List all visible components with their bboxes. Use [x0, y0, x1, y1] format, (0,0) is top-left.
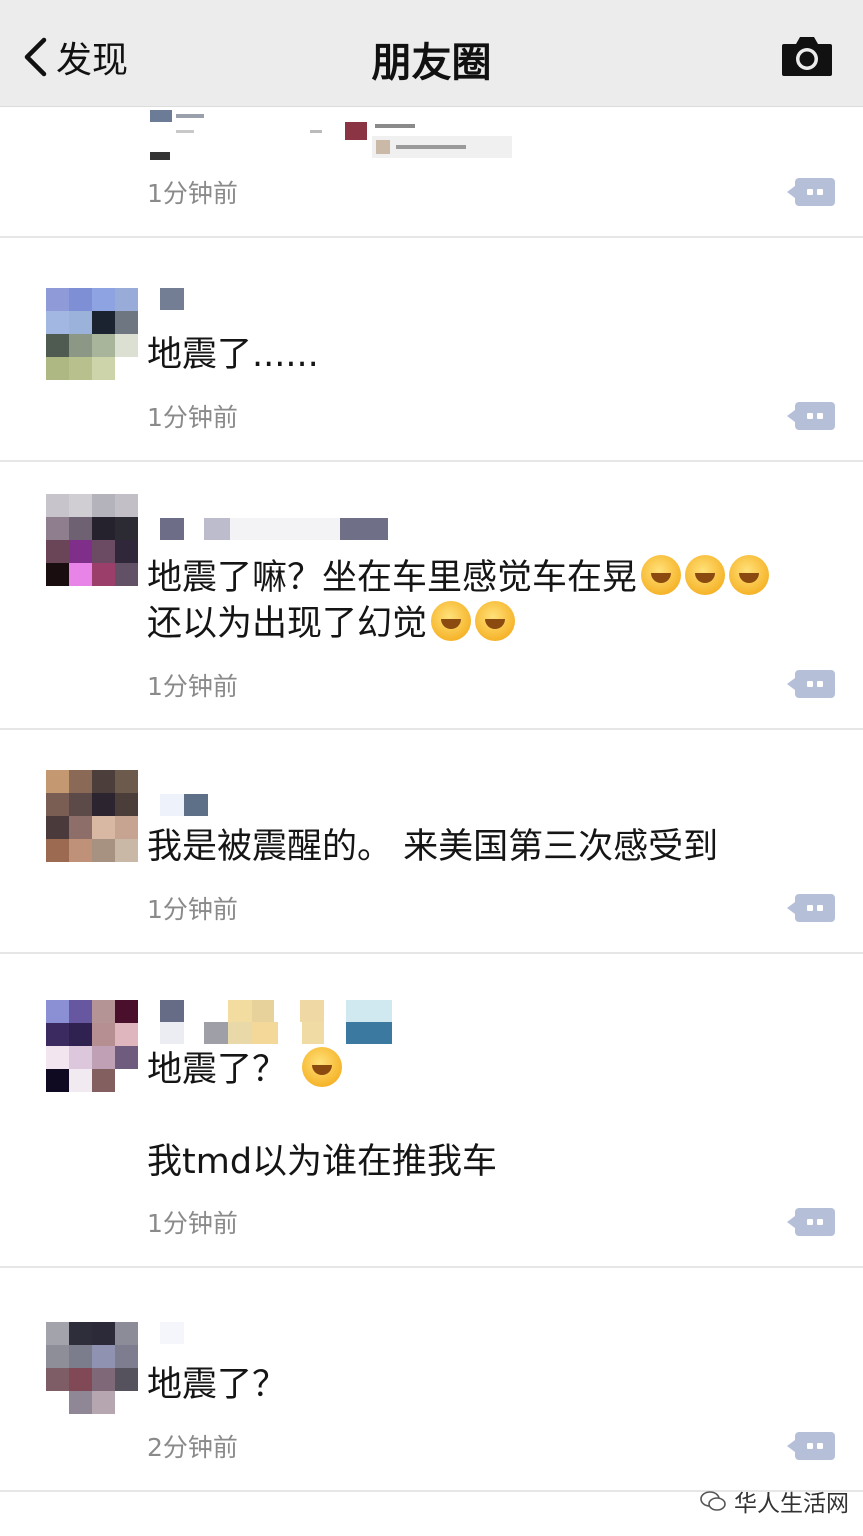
moment-post: 地震了？ 2分钟前 — [0, 1268, 863, 1492]
comment-button[interactable] — [787, 402, 835, 430]
username-blurred[interactable] — [160, 1000, 392, 1022]
post-text: 地震了...... — [147, 335, 319, 375]
post-time: 1分钟前 — [147, 1209, 238, 1238]
post-time: 2分钟前 — [147, 1433, 238, 1462]
wechat-logo-icon — [700, 1491, 726, 1511]
comment-button[interactable] — [787, 670, 835, 698]
laughing-crying-emoji-icon — [641, 555, 682, 595]
username-blurred[interactable] — [160, 1322, 184, 1344]
partial-post: 1分钟前 — [0, 106, 863, 238]
nav-bar: 发现 朋友圈 — [0, 0, 863, 107]
username-blurred[interactable] — [160, 794, 208, 816]
username-blurred[interactable] — [160, 518, 388, 540]
avatar[interactable] — [46, 1000, 138, 1092]
camera-icon[interactable] — [780, 34, 834, 78]
post-text-line: 地震了？ — [147, 1050, 288, 1090]
comment-bubble-icon — [787, 410, 795, 422]
post-text: 地震了嘛？坐在车里感觉车在晃 — [147, 555, 770, 601]
moment-post: 我是被震醒的。 来美国第三次感受到 1分钟前 — [0, 730, 863, 954]
laughing-crying-emoji-icon — [729, 555, 770, 595]
comment-bubble-icon — [787, 902, 795, 914]
avatar[interactable] — [46, 494, 138, 586]
moment-post: 地震了嘛？坐在车里感觉车在晃 还以为出现了幻觉 1分钟前 — [0, 462, 863, 730]
avatar[interactable] — [46, 288, 138, 380]
moment-post: 地震了？ 我tmd以为谁在推我车 1分钟前 — [0, 954, 863, 1268]
laughing-crying-emoji-icon — [431, 601, 472, 641]
post-text-line: 我tmd以为谁在推我车 — [147, 1142, 498, 1182]
comment-button[interactable] — [787, 1432, 835, 1460]
comment-button[interactable] — [787, 894, 835, 922]
post-time: 1分钟前 — [147, 672, 238, 701]
post-time: 1分钟前 — [147, 403, 238, 432]
avatar[interactable] — [46, 770, 138, 862]
post-time: 1分钟前 — [147, 179, 238, 208]
laughing-crying-emoji-icon — [475, 601, 516, 641]
post-time: 1分钟前 — [147, 895, 238, 924]
comment-bubble-icon — [787, 1216, 795, 1228]
laughing-crying-emoji-icon — [302, 1047, 343, 1087]
shared-image-thumbnail[interactable] — [150, 110, 530, 162]
comment-bubble-icon — [787, 1440, 795, 1452]
comment-bubble-icon — [787, 186, 795, 198]
post-text: 地震了？ — [147, 1047, 343, 1093]
username-blurred[interactable] — [160, 1022, 392, 1044]
post-text-line: 地震了嘛？坐在车里感觉车在晃 — [147, 558, 638, 598]
avatar[interactable] — [46, 1322, 138, 1414]
comment-button[interactable] — [787, 1208, 835, 1236]
moment-post: 地震了...... 1分钟前 — [0, 238, 863, 462]
laughing-crying-emoji-icon — [685, 555, 726, 595]
post-text-line: 还以为出现了幻觉 — [147, 604, 428, 644]
watermark-text: 华人生活网 — [734, 1491, 849, 1517]
post-text: 我是被震醒的。 来美国第三次感受到 — [147, 827, 719, 867]
comment-bubble-icon — [787, 678, 795, 690]
comment-button[interactable] — [787, 178, 835, 206]
page-title: 朋友圈 — [371, 40, 492, 86]
watermark: 华人生活网 — [700, 1484, 849, 1518]
post-text: 还以为出现了幻觉 — [147, 601, 516, 647]
post-text: 地震了？ — [147, 1365, 288, 1405]
username-blurred[interactable] — [160, 288, 184, 310]
